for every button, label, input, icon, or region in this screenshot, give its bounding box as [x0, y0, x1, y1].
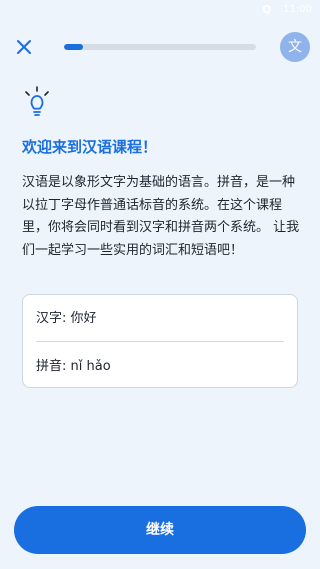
status-time: 11:00 [283, 4, 312, 15]
lesson-title: 欢迎来到汉语课程！ [22, 138, 158, 156]
example-card: 汉字: 你好 拼音: nǐ hǎo [22, 294, 298, 388]
continue-button[interactable]: 继续 [14, 506, 306, 554]
notification-icon: Q [262, 3, 272, 16]
card-divider [36, 341, 284, 342]
lesson-progress-bar [64, 44, 256, 50]
lesson-progress-fill [64, 44, 84, 50]
language-toggle-button[interactable]: 文 [280, 32, 310, 62]
pinyin-example: 拼音: nǐ hǎo [36, 359, 111, 374]
close-icon [17, 40, 31, 54]
close-button[interactable] [13, 36, 35, 58]
hanzi-example: 汉字: 你好 [36, 311, 97, 326]
lightbulb-icon [25, 86, 49, 116]
lesson-description: 汉语是以象形文字为基础的语言。拼音，是一种以拉丁字母作普通话标音的系统。在这个课… [22, 175, 300, 258]
lesson-top-bar: 文 [0, 30, 320, 64]
status-bar: Q 11:00 [0, 0, 320, 22]
